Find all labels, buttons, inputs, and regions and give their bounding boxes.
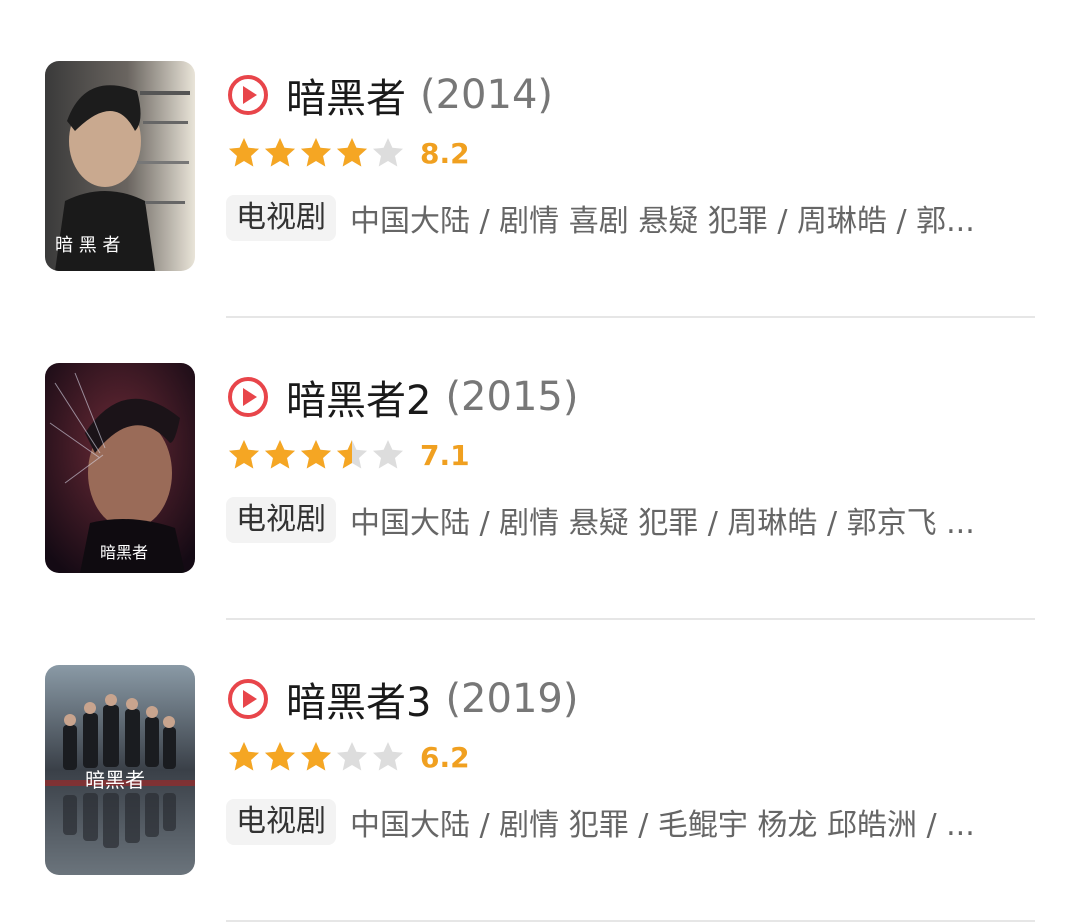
- item-title[interactable]: 暗黑者3: [286, 670, 431, 728]
- item-year: (2019): [445, 676, 579, 722]
- item-info: 暗黑者2 (2015) 7.1 电视剧 中国大陆 / 剧情 悬疑 犯罪 / 周琳…: [226, 364, 1036, 544]
- star-filled-icon: [229, 742, 259, 771]
- item-meta: 中国大陆 / 剧情 悬疑 犯罪 / 周琳皓 / 郭京飞 ...: [350, 506, 975, 541]
- star-filled-icon: [265, 138, 295, 167]
- search-results-list: 暗 黑 者 暗黑者 (2014) 8.2 电视剧 中国大陆 / 剧情 喜剧 悬疑…: [0, 0, 1080, 922]
- poster-logo: 暗 黑 者: [55, 235, 120, 256]
- star-filled-icon: [265, 742, 295, 771]
- poster-art-2: 暗黑者: [45, 363, 195, 573]
- star-filled-icon: [301, 440, 331, 469]
- rating-score: 7.1: [420, 438, 470, 472]
- rating-score: 6.2: [420, 740, 470, 774]
- play-icon[interactable]: [226, 677, 270, 721]
- poster-image[interactable]: 暗黑者: [45, 363, 195, 573]
- item-info: 暗黑者 (2014) 8.2 电视剧 中国大陆 / 剧情 喜剧 悬疑 犯罪 / …: [226, 62, 1036, 242]
- item-info: 暗黑者3 (2019) 6.2 电视剧 中国大陆 / 剧情 犯罪 / 毛鲲宇 杨…: [226, 666, 1036, 846]
- star-empty-icon: [337, 742, 367, 771]
- list-item[interactable]: 暗 黑 者 暗黑者 (2014) 8.2 电视剧 中国大陆 / 剧情 喜剧 悬疑…: [0, 0, 1080, 318]
- poster-logo: 暗黑者: [85, 768, 145, 792]
- star-filled-icon: [229, 138, 259, 167]
- type-badge: 电视剧: [226, 799, 336, 845]
- star-empty-icon: [373, 742, 403, 771]
- star-rating: [226, 135, 406, 171]
- play-icon[interactable]: [226, 73, 270, 117]
- poster-image[interactable]: 暗 黑 者: [45, 61, 195, 271]
- item-year: (2014): [420, 72, 554, 118]
- play-icon[interactable]: [226, 375, 270, 419]
- poster-image[interactable]: 暗黑者: [45, 665, 195, 875]
- star-filled-icon: [265, 440, 295, 469]
- rating-score: 8.2: [420, 136, 470, 170]
- poster-logo: 暗黑者: [100, 543, 148, 562]
- list-item[interactable]: 暗黑者 暗黑者2 (2015) 7.1 电视剧 中国大陆 / 剧情 悬疑 犯罪 …: [0, 302, 1080, 620]
- star-filled-icon: [301, 742, 331, 771]
- star-rating: [226, 437, 406, 473]
- star-filled-icon: [337, 138, 367, 167]
- type-badge: 电视剧: [226, 195, 336, 241]
- list-item[interactable]: 暗黑者 暗黑者3 (2019) 6.2 电视剧 中国大陆 / 剧情 犯罪 / 毛…: [0, 604, 1080, 922]
- poster-art-1: 暗 黑 者: [45, 61, 195, 271]
- item-title[interactable]: 暗黑者: [286, 66, 406, 124]
- star-half-icon: [337, 440, 367, 469]
- star-rating: [226, 739, 406, 775]
- item-meta: 中国大陆 / 剧情 犯罪 / 毛鲲宇 杨龙 邱皓洲 / ...: [350, 808, 975, 843]
- star-empty-icon: [373, 138, 403, 167]
- type-badge: 电视剧: [226, 497, 336, 543]
- item-year: (2015): [445, 374, 579, 420]
- star-filled-icon: [301, 138, 331, 167]
- item-title[interactable]: 暗黑者2: [286, 368, 431, 426]
- item-meta: 中国大陆 / 剧情 喜剧 悬疑 犯罪 / 周琳皓 / 郭...: [350, 204, 975, 239]
- star-empty-icon: [373, 440, 403, 469]
- star-filled-icon: [229, 440, 259, 469]
- poster-art-3: 暗黑者: [45, 665, 195, 875]
